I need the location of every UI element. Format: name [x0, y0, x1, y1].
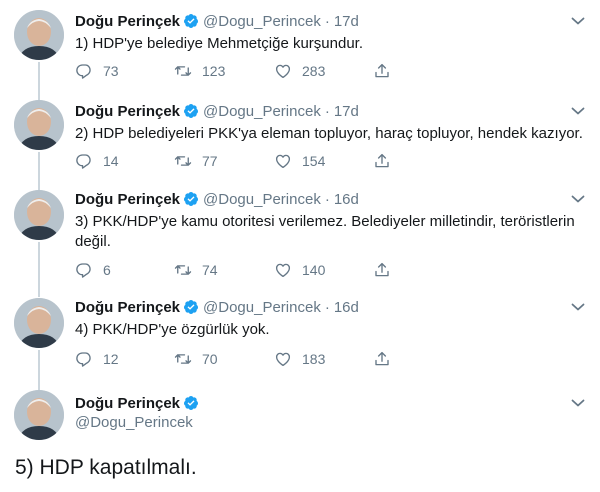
- share-button[interactable]: [373, 151, 391, 171]
- chevron-down-icon[interactable]: [571, 106, 585, 116]
- reply-count: 6: [103, 262, 111, 278]
- user-name[interactable]: Doğu Perinçek: [75, 13, 180, 30]
- reply-button[interactable]: 73: [75, 61, 119, 81]
- tweet-text: 4) PKK/HDP'ye özgürlük yok.: [75, 321, 270, 338]
- avatar[interactable]: [14, 190, 64, 240]
- like-icon: [275, 64, 291, 79]
- chevron-down-icon[interactable]: [571, 302, 585, 312]
- reply-icon: [76, 154, 91, 169]
- like-button[interactable]: 140: [274, 260, 325, 280]
- tweet[interactable]: Doğu Perinçek @Dogu_Perincek · 17d 2) HDP b…: [0, 90, 600, 180]
- retweet-button[interactable]: 70: [174, 349, 218, 369]
- retweet-button[interactable]: 74: [174, 260, 218, 280]
- like-count: 183: [302, 351, 326, 367]
- tweet-text: 1) HDP'ye belediye Mehmetçiğe kurşundur.: [75, 35, 364, 52]
- share-button[interactable]: [373, 260, 391, 280]
- avatar[interactable]: [14, 298, 64, 348]
- tweet-time[interactable]: 16d: [334, 191, 359, 208]
- like-count: 283: [302, 63, 326, 79]
- verified-badge-icon: [184, 396, 199, 410]
- like-count: 154: [302, 153, 326, 169]
- tweet-text: 2) HDP belediyeleri PKK'ya eleman topluy…: [75, 125, 583, 142]
- reply-icon: [76, 64, 91, 79]
- retweet-count: 123: [202, 63, 226, 79]
- tweet[interactable]: Doğu Perinçek @Dogu_Perincek · 16d 3) PKK/H…: [0, 180, 600, 290]
- user-handle[interactable]: @Dogu_Perincek: [75, 413, 193, 433]
- reply-count: 73: [103, 63, 119, 79]
- share-icon: [375, 63, 389, 78]
- tweet-text: 3) PKK/HDP'ye kamu otoritesi verilemez. …: [75, 213, 575, 250]
- separator-dot: ·: [324, 299, 330, 316]
- tweet-time[interactable]: 17d: [334, 13, 359, 30]
- separator-dot: ·: [324, 13, 330, 30]
- share-button[interactable]: [373, 349, 391, 369]
- share-icon: [375, 351, 389, 366]
- like-icon: [275, 263, 291, 278]
- avatar[interactable]: [14, 10, 64, 60]
- verified-badge-icon: [184, 14, 199, 28]
- verified-badge-icon: [184, 192, 199, 206]
- share-button[interactable]: [373, 61, 391, 81]
- like-button[interactable]: 154: [274, 151, 325, 171]
- retweet-button[interactable]: 123: [174, 61, 225, 81]
- chevron-down-icon[interactable]: [571, 16, 585, 26]
- tweet-time[interactable]: 17d: [334, 103, 359, 120]
- retweet-count: 77: [202, 153, 218, 169]
- user-handle[interactable]: @Dogu_Perincek: [203, 13, 321, 30]
- reply-icon: [76, 263, 91, 278]
- chevron-down-icon[interactable]: [571, 194, 585, 204]
- verified-badge-icon: [184, 300, 199, 314]
- user-handle[interactable]: @Dogu_Perincek: [203, 191, 321, 208]
- retweet-button[interactable]: 77: [174, 151, 218, 171]
- like-icon: [275, 154, 291, 169]
- like-button[interactable]: 283: [274, 61, 325, 81]
- reply-button[interactable]: 6: [75, 260, 111, 280]
- like-icon: [275, 352, 291, 367]
- user-name[interactable]: Doğu Perinçek: [75, 103, 180, 120]
- avatar[interactable]: [14, 390, 64, 440]
- retweet-icon: [174, 156, 192, 166]
- retweet-icon: [174, 265, 192, 275]
- tweet[interactable]: Doğu Perinçek @Dogu_Perincek · 17d 1) HDP'y…: [0, 0, 600, 95]
- share-icon: [375, 153, 389, 168]
- reply-button[interactable]: 14: [75, 151, 119, 171]
- reply-icon: [76, 352, 91, 367]
- retweet-count: 74: [202, 262, 218, 278]
- user-handle[interactable]: @Dogu_Perincek: [203, 299, 321, 316]
- user-name[interactable]: Doğu Perinçek: [75, 395, 180, 412]
- reply-count: 12: [103, 351, 119, 367]
- like-button[interactable]: 183: [274, 349, 325, 369]
- focused-tweet-text: 5) HDP kapatılmalı.: [15, 456, 197, 479]
- tweet-actions: 73 123 283: [75, 61, 415, 81]
- tweet-actions: 14 77 154: [75, 151, 415, 171]
- tweet-time[interactable]: 16d: [334, 299, 359, 316]
- user-handle[interactable]: @Dogu_Perincek: [203, 103, 321, 120]
- like-count: 140: [302, 262, 326, 278]
- separator-dot: ·: [324, 103, 330, 120]
- verified-badge-icon: [184, 104, 199, 118]
- reply-button[interactable]: 12: [75, 349, 119, 369]
- avatar[interactable]: [14, 100, 64, 150]
- reply-count: 14: [103, 153, 119, 169]
- retweet-icon: [174, 66, 192, 76]
- tweet-actions: 12 70 183: [75, 349, 415, 369]
- chevron-down-icon[interactable]: [571, 398, 585, 408]
- user-name[interactable]: Doğu Perinçek: [75, 191, 180, 208]
- share-icon: [375, 262, 389, 277]
- tweet[interactable]: Doğu Perinçek @Dogu_Perincek · 16d 4) PKK/H…: [0, 288, 600, 380]
- separator-dot: ·: [324, 191, 330, 208]
- tweet-actions: 6 74 140: [75, 260, 415, 280]
- retweet-count: 70: [202, 351, 218, 367]
- user-name[interactable]: Doğu Perinçek: [75, 299, 180, 316]
- retweet-icon: [174, 354, 192, 364]
